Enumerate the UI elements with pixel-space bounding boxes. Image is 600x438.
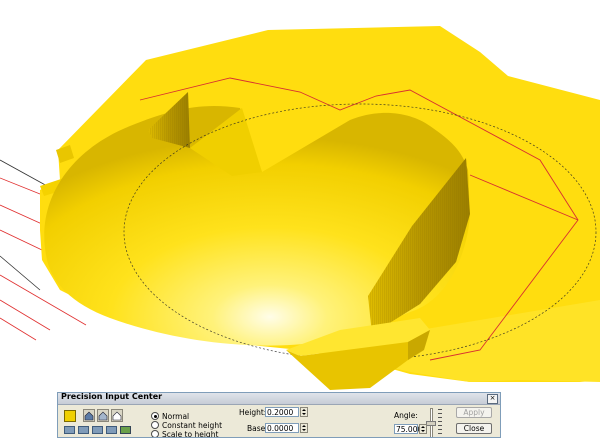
- radio-normal[interactable]: [151, 412, 159, 420]
- angle-slider-ticks: [438, 409, 442, 437]
- house-icon[interactable]: [97, 409, 109, 422]
- precision-input-dialog: Precision Input Center × Normal Constant…: [57, 392, 501, 438]
- dialog-title: Precision Input Center: [61, 392, 163, 401]
- tool-icon[interactable]: [64, 426, 75, 434]
- dialog-title-bar[interactable]: Precision Input Center ×: [58, 393, 500, 405]
- angle-slider-thumb[interactable]: [426, 421, 436, 426]
- angle-label: Angle:: [394, 411, 418, 420]
- tool-icon[interactable]: [92, 426, 103, 434]
- height-spinner[interactable]: [300, 407, 308, 417]
- color-swatch[interactable]: [64, 410, 76, 422]
- apply-button[interactable]: Apply: [456, 407, 492, 418]
- base-input[interactable]: 0.0000: [265, 423, 299, 433]
- radio-scale-to-height[interactable]: [151, 430, 159, 437]
- height-input[interactable]: 0.2000: [265, 407, 299, 417]
- mode-normal[interactable]: Normal: [151, 412, 189, 421]
- scene-render: [0, 26, 600, 390]
- height-label: Height:: [239, 408, 267, 417]
- mode-scale-to-height[interactable]: Scale to height: [151, 430, 218, 437]
- mode-constant-height[interactable]: Constant height: [151, 421, 222, 430]
- dialog-close-icon[interactable]: ×: [487, 394, 498, 404]
- tool-icon[interactable]: [120, 426, 131, 434]
- base-spinner[interactable]: [300, 423, 308, 433]
- 3d-viewport[interactable]: [0, 0, 600, 434]
- tool-icon[interactable]: [78, 426, 89, 434]
- house-icon[interactable]: [111, 409, 123, 422]
- close-button[interactable]: Close: [456, 423, 492, 434]
- house-icon[interactable]: [83, 409, 95, 422]
- tool-icon[interactable]: [106, 426, 117, 434]
- angle-spinner[interactable]: [419, 424, 427, 434]
- radio-constant-height[interactable]: [151, 421, 159, 429]
- angle-input[interactable]: 75.0000: [394, 424, 427, 434]
